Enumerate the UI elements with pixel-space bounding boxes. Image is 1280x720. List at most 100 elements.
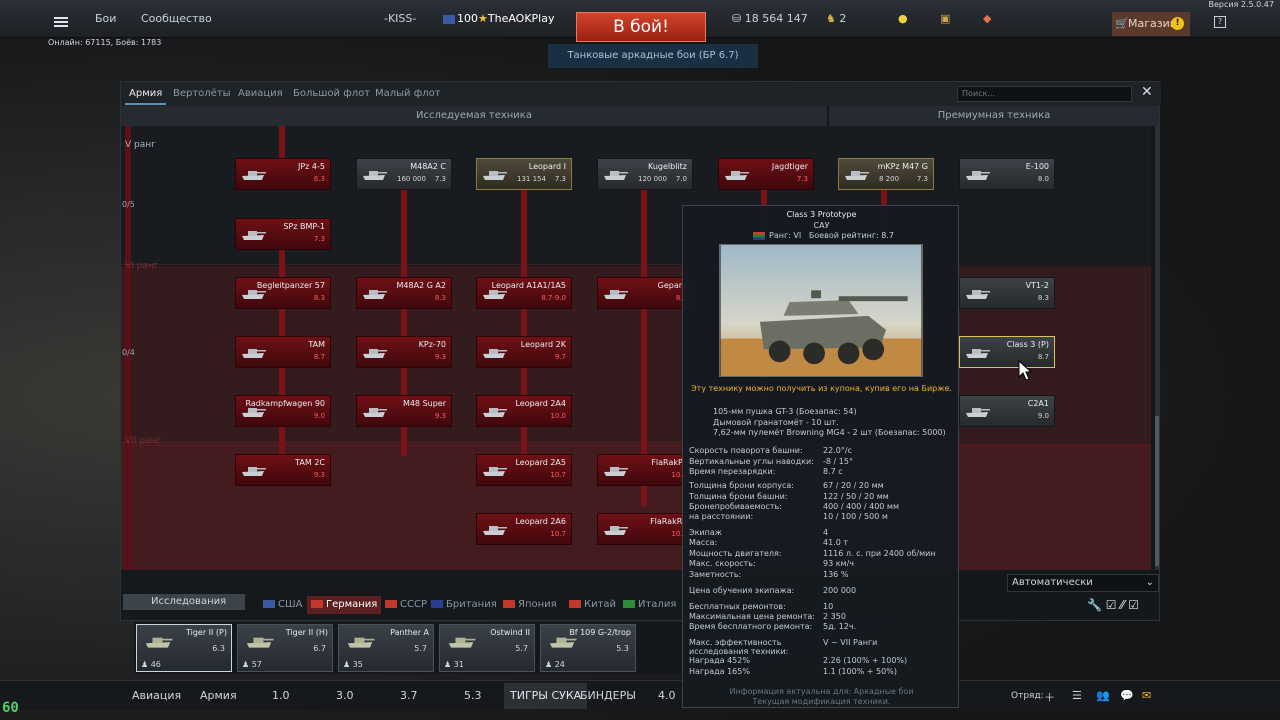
- vehicle-card[interactable]: Class 3 (P) 8.7: [959, 336, 1055, 368]
- vehicle-card[interactable]: Leopard I 131 154 7.3: [476, 158, 572, 190]
- preset-tab[interactable]: Авиация: [132, 689, 181, 702]
- crew-slot[interactable]: Tiger II (P) 6.3 ♟ 46: [136, 624, 232, 672]
- tab-aviation[interactable]: Авиация: [238, 88, 283, 99]
- spec-value: 10 / 100 / 500 м: [823, 512, 888, 521]
- scrollbar-thumb[interactable]: [1155, 416, 1159, 566]
- tab-helicopters[interactable]: Вертолёты: [173, 88, 231, 99]
- preset-tab[interactable]: БИНДЕРЫ: [580, 689, 636, 702]
- player-level[interactable]: 100★TheAOKPlay: [443, 12, 554, 25]
- vehicle-card[interactable]: M48A2 C 160 000 7.3: [356, 158, 452, 190]
- tank-icon: [966, 171, 990, 180]
- coupon-icon[interactable]: ◆: [983, 12, 991, 25]
- preset-tab[interactable]: 4.0: [658, 689, 676, 702]
- crew-slot[interactable]: Ostwind II 5.7 ♟ 31: [439, 624, 535, 672]
- country-tab[interactable]: Британия: [431, 599, 497, 610]
- vehicle-card[interactable]: FlaRakPz 10.0: [597, 454, 693, 486]
- nav-battles[interactable]: Бои: [95, 12, 116, 25]
- vehicle-card[interactable]: Jagdtiger 7.3: [718, 158, 814, 190]
- vehicle-card[interactable]: Leopard 2K 9.7: [476, 336, 572, 368]
- tooltip-spec-row: Макс. эффективность исследования техники…: [689, 638, 954, 656]
- chat-icon[interactable]: 💬: [1120, 689, 1134, 702]
- spec-value: 122 / 50 / 20 мм: [823, 492, 889, 501]
- search-input[interactable]: Поиск...: [957, 86, 1132, 102]
- cart-icon: 🛒: [1115, 17, 1129, 30]
- lightbulb-icon[interactable]: ●: [898, 12, 908, 25]
- vehicle-card[interactable]: Leopard 2A5 10.7: [476, 454, 572, 486]
- menu-icon[interactable]: [54, 17, 68, 27]
- spec-key: на расстоянии:: [689, 512, 754, 521]
- player-name[interactable]: TheAOKPlay: [488, 12, 555, 25]
- crew-slot[interactable]: Panther A 5.7 ♟ 35: [338, 624, 434, 672]
- chest-icon[interactable]: ▣: [940, 12, 950, 25]
- country-tab[interactable]: США: [263, 599, 303, 610]
- country-tab[interactable]: СССР: [385, 599, 427, 610]
- spec-value: 400 / 400 / 400 мм: [823, 502, 899, 511]
- list-icon[interactable]: ☰: [1072, 689, 1082, 702]
- shop-button[interactable]: 🛒 Магазин !: [1112, 12, 1190, 36]
- vehicle-card[interactable]: JPz 4-5 6.3: [235, 158, 331, 190]
- checkbox-icon[interactable]: ☑: [1128, 598, 1139, 612]
- tank-icon: [966, 290, 990, 299]
- tech-tree[interactable]: V ранг VI ранг VII ранг 0/5 0/4 JPz 4-5 6…: [121, 126, 1151, 570]
- spec-key: Время перезарядки:: [689, 467, 776, 476]
- to-battle-button[interactable]: В бой!: [576, 12, 706, 42]
- vehicle-card[interactable]: Radkampfwagen 90 9.0: [235, 395, 331, 427]
- country-tab[interactable]: Италия: [623, 599, 676, 610]
- preset-tab[interactable]: 5.3: [464, 689, 482, 702]
- vehicle-card[interactable]: FlaRakRa 10.0: [597, 513, 693, 545]
- spec-value: 41.0 т: [823, 538, 849, 547]
- squad-tag[interactable]: -KISS-: [384, 12, 416, 25]
- vehicle-card[interactable]: TAM 8.7: [235, 336, 331, 368]
- vehicle-card[interactable]: KPz-70 9.3: [356, 336, 452, 368]
- mail-icon[interactable]: ✉: [1142, 689, 1151, 702]
- ammo-icon[interactable]: ⁄⁄: [1120, 598, 1124, 612]
- country-tab[interactable]: Китай: [569, 599, 616, 610]
- vehicle-card[interactable]: E-100 8.0: [959, 158, 1055, 190]
- vehicle-card[interactable]: Leopard 2A4 10.0: [476, 395, 572, 427]
- tank-icon: [347, 637, 375, 648]
- tooltip-spec-row: Макс. скорость: 93 км/ч: [689, 559, 954, 569]
- preset-tab[interactable]: ТИГРЫ СУКА: [504, 683, 588, 709]
- crew-slot[interactable]: Bf 109 G-2/trop 5.3 ♟ 24: [540, 624, 636, 672]
- country-tab[interactable]: Германия: [307, 596, 382, 614]
- scrollbar[interactable]: [1155, 126, 1159, 570]
- country-tab[interactable]: Япония: [503, 599, 557, 610]
- vehicle-card[interactable]: Leopard A1A1/1A5 8.7-9.0: [476, 277, 572, 309]
- crew-level: ♟ 57: [242, 660, 262, 669]
- vehicle-card[interactable]: VT1-2 8.3: [959, 277, 1055, 309]
- research-toggle[interactable]: Исследования: [123, 594, 245, 610]
- tab-bluewater-fleet[interactable]: Большой флот: [293, 88, 370, 99]
- tooltip-spec-row: Награда 165% 1.1 (100% + 50%): [689, 667, 954, 677]
- wrench-icon[interactable]: 🔧: [1087, 598, 1102, 612]
- auto-select-dropdown[interactable]: Автоматически ⌄: [1007, 574, 1159, 592]
- vehicle-card[interactable]: Leopard 2A6 10.7: [476, 513, 572, 545]
- add-squad-icon[interactable]: ＋: [1044, 689, 1055, 705]
- preset-tab[interactable]: 3.7: [400, 689, 418, 702]
- help-button[interactable]: ?: [1214, 16, 1226, 28]
- vehicle-card[interactable]: M48 Super 9.3: [356, 395, 452, 427]
- vehicle-card[interactable]: Gepard8.0: [597, 277, 693, 309]
- vehicle-card[interactable]: Kugelblitz 120 000 7.0: [597, 158, 693, 190]
- vehicle-card[interactable]: Begleitpanzer 57 8.3: [235, 277, 331, 309]
- vehicle-card[interactable]: mKPz M47 G 8 200 7.3: [838, 158, 934, 190]
- tab-coastal-fleet[interactable]: Малый флот: [375, 88, 441, 99]
- battle-rating: 9.0: [313, 412, 325, 420]
- preset-tab[interactable]: Армия: [200, 689, 237, 702]
- checkbox-icon[interactable]: ☑: [1106, 598, 1117, 612]
- flag-icon: [503, 600, 515, 608]
- preset-tab[interactable]: 1.0: [272, 689, 290, 702]
- close-icon[interactable]: ✕: [1141, 85, 1155, 99]
- crew-slot[interactable]: Tiger II (H) 6.7 ♟ 57: [237, 624, 333, 672]
- vehicle-card[interactable]: C2A1 9.0: [959, 395, 1055, 427]
- preset-tab[interactable]: 3.0: [336, 689, 354, 702]
- vehicle-card[interactable]: TAM 2C 9.3: [235, 454, 331, 486]
- game-mode-selector[interactable]: Танковые аркадные бои (БР 6.7): [548, 44, 758, 68]
- tooltip-spec-row: Толщина брони башни: 122 / 50 / 20 мм: [689, 492, 954, 502]
- tank-icon: [483, 467, 507, 476]
- nav-community[interactable]: Сообщество: [141, 12, 212, 25]
- vehicle-card[interactable]: SPz BMP-1 7.3: [235, 218, 331, 250]
- tooltip-spec-row: на расстоянии: 10 / 100 / 500 м: [689, 512, 954, 522]
- vehicle-card[interactable]: M48A2 G A2 8.3: [356, 277, 452, 309]
- tab-army[interactable]: Армия: [124, 88, 167, 105]
- contacts-icon[interactable]: 👥: [1096, 689, 1110, 702]
